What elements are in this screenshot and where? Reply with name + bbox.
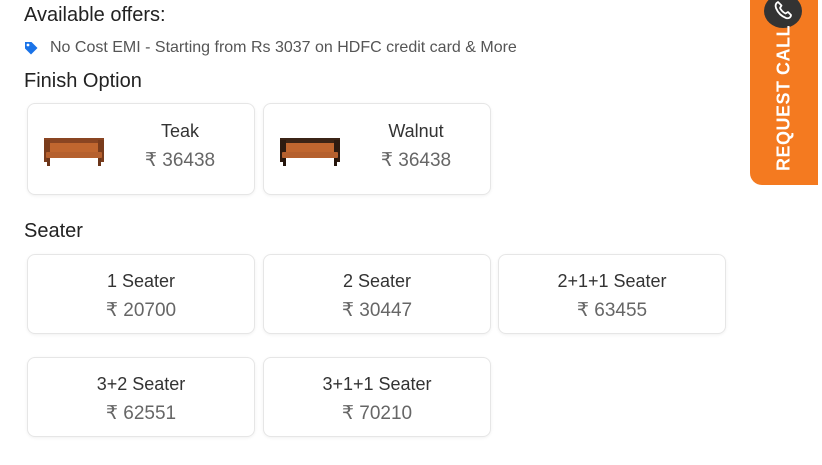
seater-name: 2+1+1 Seater: [557, 271, 667, 291]
finish-option-teak[interactable]: Teak ₹ 36438: [27, 103, 255, 195]
phone-icon: [764, 0, 802, 28]
finish-name: Teak: [160, 121, 200, 141]
seater-title: Seater: [24, 220, 83, 242]
tag-icon: [25, 42, 38, 55]
seater-option-2[interactable]: 2 Seater ₹ 30447: [263, 254, 491, 334]
seater-price: ₹ 63455: [576, 300, 648, 321]
finish-option-title: Finish Option: [24, 70, 142, 92]
seater-price: ₹ 30447: [341, 300, 413, 321]
seater-price: ₹ 20700: [105, 300, 177, 321]
offer-text: No Cost EMI - Starting from Rs 3037 on H…: [50, 39, 517, 56]
seater-option-2-1-1[interactable]: 2+1+1 Seater ₹ 63455: [498, 254, 726, 334]
request-call-label: REQUEST CALL: [773, 24, 794, 172]
sofa-walnut-thumbnail: [280, 138, 340, 166]
offers-title: Available offers:: [24, 4, 166, 26]
seater-option-3-2[interactable]: 3+2 Seater ₹ 62551: [27, 357, 255, 437]
sofa-teak-thumbnail: [44, 138, 104, 166]
offer-item: No Cost EMI - Starting from Rs 3037 on H…: [24, 39, 517, 57]
seater-name: 2 Seater: [342, 271, 412, 291]
finish-price: ₹ 36438: [380, 150, 452, 171]
seater-name: 3+2 Seater: [96, 374, 186, 394]
seater-name: 1 Seater: [106, 271, 176, 291]
seater-option-3-1-1[interactable]: 3+1+1 Seater ₹ 70210: [263, 357, 491, 437]
finish-price: ₹ 36438: [144, 150, 216, 171]
seater-name: 3+1+1 Seater: [322, 374, 432, 394]
seater-option-1[interactable]: 1 Seater ₹ 20700: [27, 254, 255, 334]
seater-price: ₹ 70210: [341, 403, 413, 424]
seater-price: ₹ 62551: [105, 403, 177, 424]
request-call-button[interactable]: REQUEST CALL: [750, 0, 818, 185]
finish-name: Walnut: [388, 121, 444, 141]
finish-option-walnut[interactable]: Walnut ₹ 36438: [263, 103, 491, 195]
